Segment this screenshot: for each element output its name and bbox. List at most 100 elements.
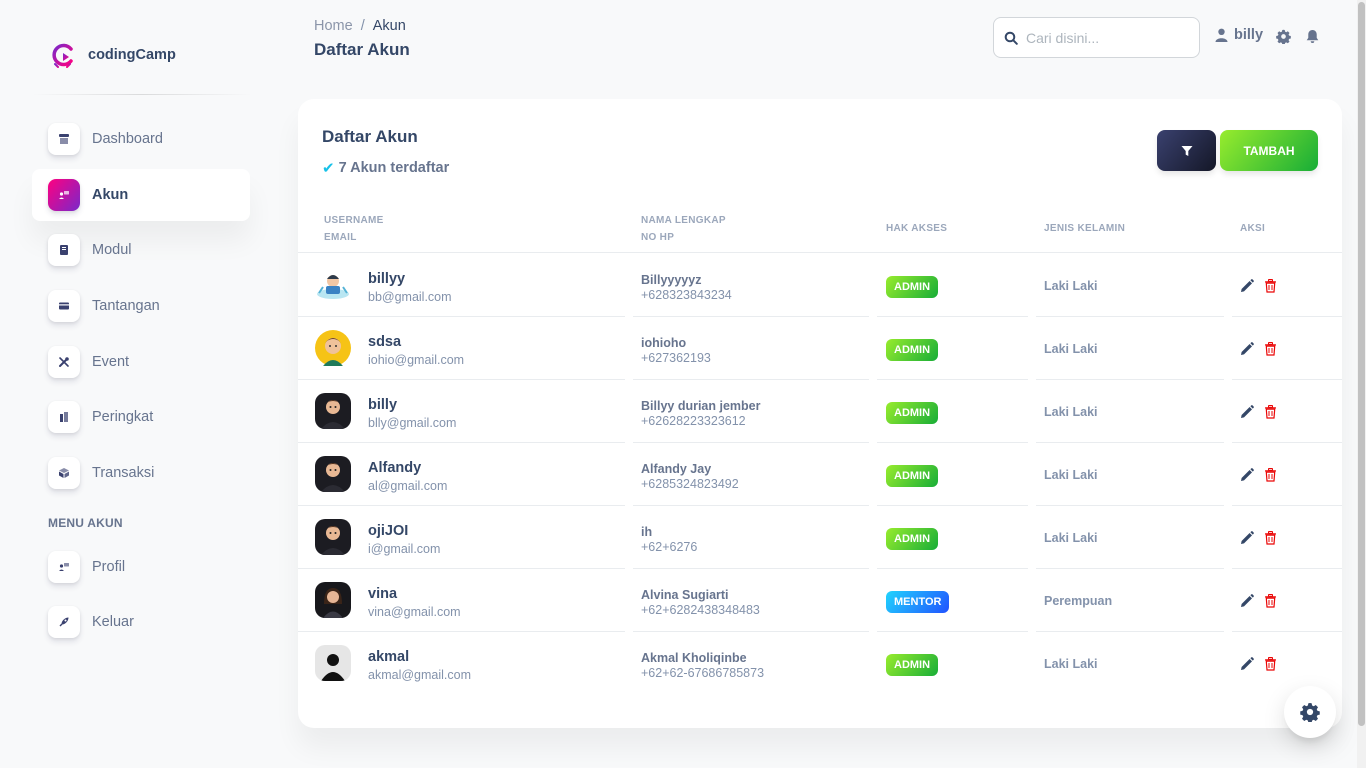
brand[interactable]: codingCamp [50,42,176,68]
sidebar-item-tantangan[interactable]: Tantangan [32,280,250,332]
avatar [315,330,351,366]
sidebar-item-label: Dashboard [92,131,163,147]
avatar [315,519,351,555]
brand-name: codingCamp [88,47,176,63]
gender-cell: Perempuan [1044,594,1113,608]
phone-cell: +627362193 [641,351,711,365]
table-row: akmal akmal@gmail.com Akmal Kholiqinbe +62+… [298,632,1342,695]
filter-button[interactable] [1157,130,1216,171]
header-username-email: USERNAME EMAIL [324,215,384,243]
check-icon: ✔ [322,160,335,177]
fullname-cell: iohioho [641,336,687,350]
role-badge: MENTOR [886,591,950,613]
sidebar-item-profil[interactable]: Profil [32,541,250,593]
fullname-cell: Alfandy Jay [641,462,712,476]
brand-logo-icon [52,43,73,68]
sidebar-item-keluar[interactable]: Keluar [32,596,250,648]
header-role: HAK AKSES [886,223,948,234]
table-row: sdsa iohio@gmail.com iohioho +627362193 ADMI… [298,317,1342,380]
phone-cell: +6285324823492 [641,477,739,491]
search-box [993,17,1200,58]
sidebar-item-label: Profil [92,559,126,575]
breadcrumb-home[interactable]: Home [314,18,353,34]
header-fullname-phone: NAMA LENGKAP NO HP [641,215,726,243]
building-icon [48,401,80,433]
username-cell: Alfandy [368,460,422,476]
trash-icon[interactable] [1264,531,1277,545]
page-scrollbar[interactable] [1357,0,1366,768]
table-row: vina vina@gmail.com Alvina Sugiarti +62+628… [298,569,1342,632]
role-badge: ADMIN [886,465,939,487]
gear-icon[interactable] [1276,29,1291,44]
menu-section-title: MENU AKUN [48,516,123,530]
user-profile-link[interactable]: billy [1215,27,1263,43]
phone-cell: +62+62-67686785873 [641,666,765,680]
sidebar-item-event[interactable]: Event [32,336,250,388]
bell-icon[interactable] [1305,29,1320,44]
role-badge: ADMIN [886,276,939,298]
trash-icon[interactable] [1264,657,1277,671]
header-gender: JENIS KELAMIN [1044,223,1126,234]
trash-icon[interactable] [1264,594,1277,608]
role-badge: ADMIN [886,339,939,361]
table-row: billyy bb@gmail.com Billyyyyyz +62832384323… [298,254,1342,317]
edit-icon[interactable] [1240,342,1254,356]
email-cell: bb@gmail.com [368,290,452,304]
username-cell: ojiJOI [368,523,409,539]
sidebar-item-peringkat[interactable]: Peringkat [32,391,250,443]
phone-cell: +628323843234 [641,288,732,302]
username-label: billy [1234,27,1264,43]
username-cell: billyy [368,271,406,287]
users-icon [48,551,80,583]
card-subtitle: ✔ 7 Akun terdaftar [322,159,449,177]
edit-icon[interactable] [1240,405,1254,419]
email-cell: blly@gmail.com [368,416,457,430]
sidebar: codingCamp Dashboard Akun Modul Tantanga… [0,0,270,768]
avatar [315,582,351,618]
username-cell: billy [368,397,398,413]
book-icon [48,234,80,266]
sidebar-item-akun[interactable]: Akun [32,169,250,221]
username-cell: vina [368,586,398,602]
scroll-thumb[interactable] [1358,2,1365,726]
email-cell: akmal@gmail.com [368,668,471,682]
accounts-card: Daftar Akun ✔ 7 Akun terdaftar TAMBAH US… [298,99,1342,728]
trash-icon[interactable] [1264,468,1277,482]
email-cell: iohio@gmail.com [368,353,465,367]
header-action: AKSI [1240,223,1266,234]
search-input[interactable] [1026,29,1186,46]
gender-cell: Laki Laki [1044,468,1098,482]
gender-cell: Laki Laki [1044,657,1098,671]
users-icon [48,179,80,211]
trash-icon[interactable] [1264,342,1277,356]
sidebar-item-label: Keluar [92,614,134,630]
email-cell: vina@gmail.com [368,605,461,619]
edit-icon[interactable] [1240,594,1254,608]
edit-icon[interactable] [1240,468,1254,482]
brand-divider [32,94,252,95]
sidebar-item-modul[interactable]: Modul [32,224,250,276]
sidebar-item-transaksi[interactable]: Transaksi [32,447,250,499]
gender-cell: Laki Laki [1044,405,1098,419]
gender-cell: Laki Laki [1044,531,1098,545]
account-count-label: 7 Akun terdaftar [338,160,450,176]
sidebar-item-label: Event [92,354,130,370]
edit-icon[interactable] [1240,279,1254,293]
fullname-cell: Akmal Kholiqinbe [641,651,747,665]
role-badge: ADMIN [886,654,939,676]
sidebar-item-label: Akun [92,187,129,203]
avatar [315,267,351,303]
table-row: ojiJOI i@gmail.com ih +62+6276 ADMIN Laki Lak… [298,506,1342,569]
fullname-cell: Alvina Sugiarti [641,588,729,602]
edit-icon[interactable] [1240,657,1254,671]
search-icon [1004,31,1018,45]
fullname-cell: ih [641,525,653,539]
settings-fab[interactable] [1284,686,1336,738]
trash-icon[interactable] [1264,405,1277,419]
sidebar-item-dashboard[interactable]: Dashboard [32,113,250,165]
sidebar-item-label: Tantangan [92,298,160,314]
trash-icon[interactable] [1264,279,1277,293]
fullname-cell: Billyy durian jember [641,399,761,413]
add-account-button[interactable]: TAMBAH [1220,130,1318,171]
edit-icon[interactable] [1240,531,1254,545]
